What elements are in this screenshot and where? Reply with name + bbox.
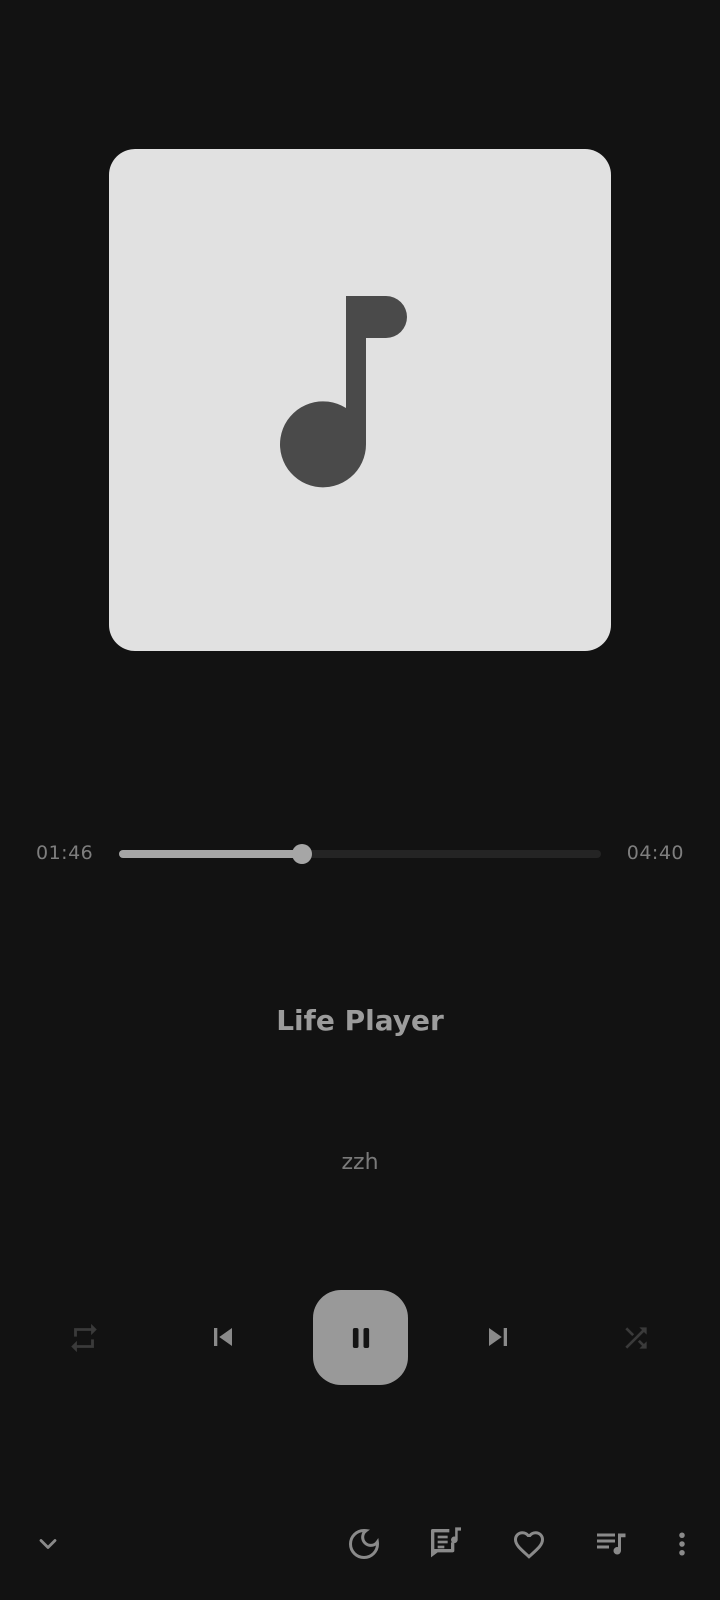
favorite-button[interactable]	[507, 1522, 551, 1566]
artist-name: zzh	[341, 1150, 379, 1175]
chevron-down-icon	[39, 1539, 57, 1549]
heart-icon	[513, 1531, 545, 1559]
total-time: 04:40	[626, 842, 684, 864]
shuffle-icon	[625, 1327, 647, 1349]
queue-music-icon	[597, 1533, 626, 1555]
repeat-button[interactable]	[62, 1316, 106, 1360]
more-vert-icon	[679, 1532, 685, 1556]
lyrics-button[interactable]	[424, 1522, 468, 1566]
seek-bar[interactable]	[119, 844, 601, 864]
more-options-button[interactable]	[662, 1522, 702, 1566]
skip-previous-icon	[214, 1328, 232, 1346]
collapse-button[interactable]	[26, 1522, 70, 1566]
music-note-icon	[280, 296, 407, 488]
next-button[interactable]	[475, 1314, 521, 1360]
shuffle-button[interactable]	[614, 1316, 658, 1360]
sleep-timer-button[interactable]	[342, 1522, 386, 1566]
pause-icon	[352, 1327, 369, 1348]
previous-button[interactable]	[200, 1314, 246, 1360]
seek-bar-thumb[interactable]	[291, 844, 312, 864]
lyrics-icon	[431, 1527, 461, 1558]
current-time: 01:46	[36, 842, 94, 864]
moon-icon	[349, 1528, 380, 1559]
queue-button[interactable]	[590, 1522, 634, 1566]
album-art	[109, 149, 611, 651]
song-title: Life Player	[276, 1004, 444, 1037]
skip-next-icon	[489, 1328, 507, 1346]
play-pause-button[interactable]	[313, 1290, 408, 1385]
repeat-icon	[71, 1323, 97, 1353]
seek-bar-fill	[119, 850, 302, 858]
